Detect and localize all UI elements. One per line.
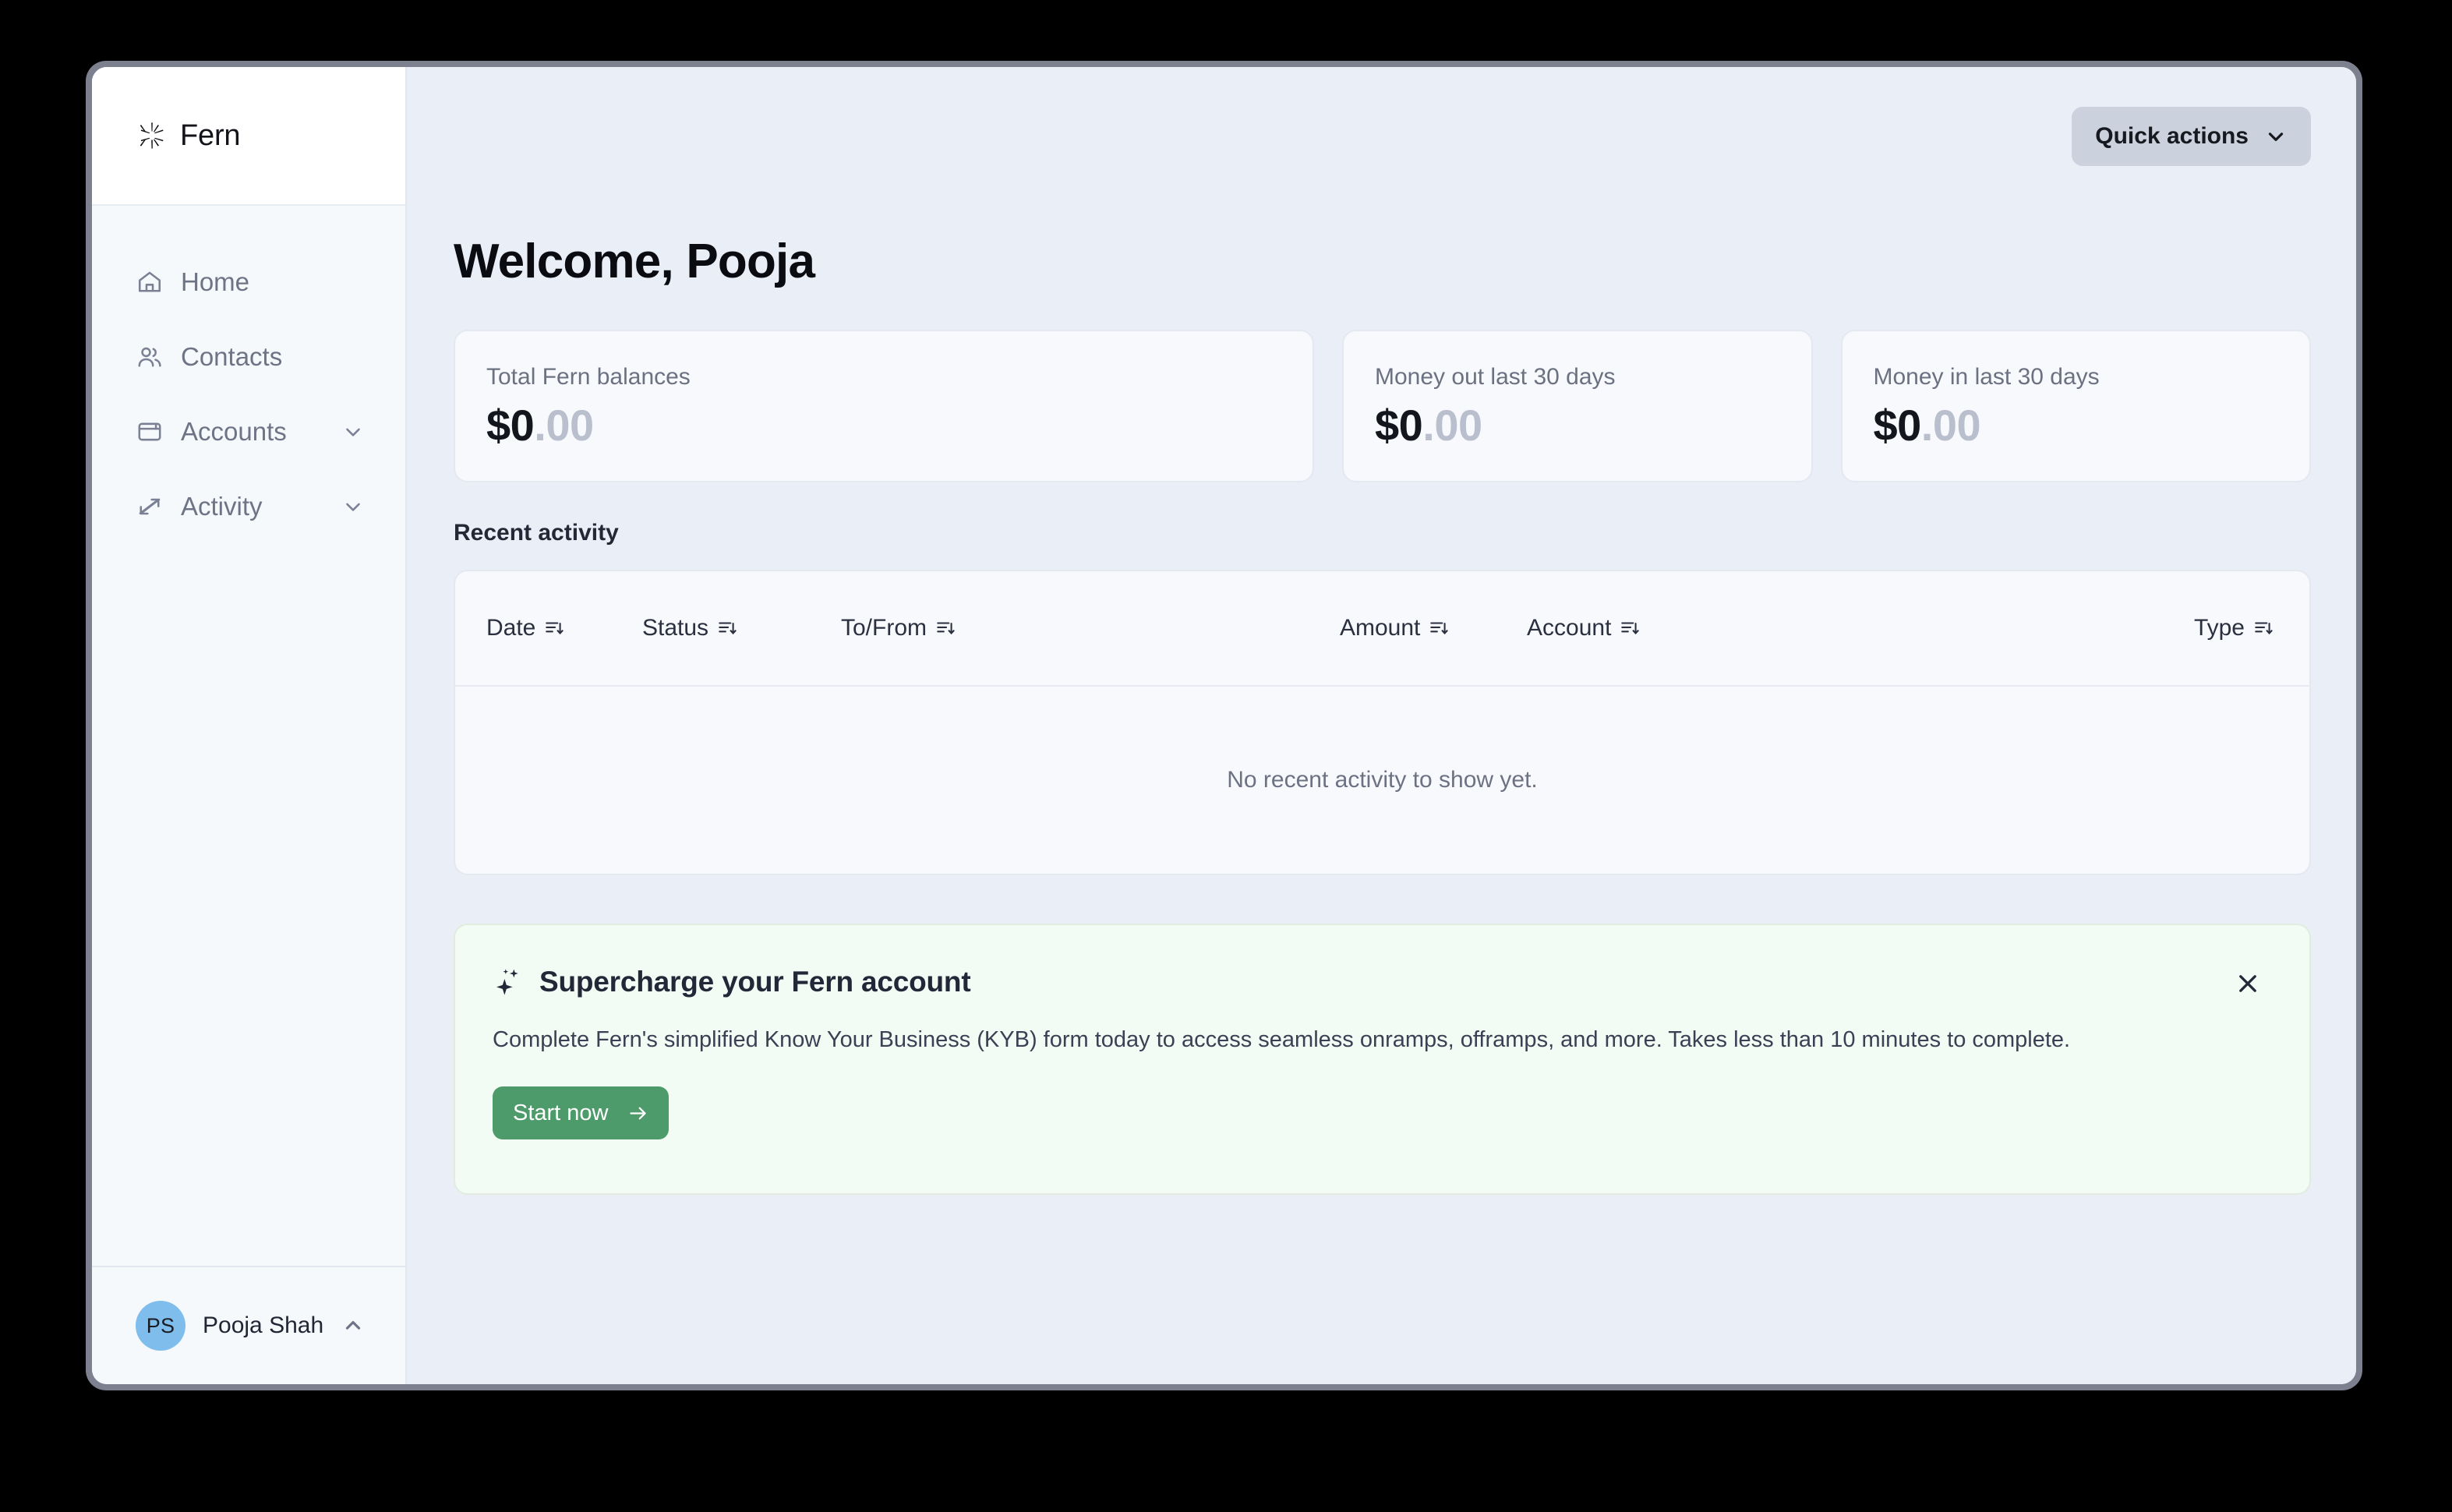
- column-header-label: To/From: [841, 615, 927, 641]
- transfer-arrows-icon: [139, 498, 161, 515]
- stat-card-amount-whole: $0: [1375, 401, 1423, 450]
- arrow-right-icon: [629, 1107, 646, 1120]
- avatar: PS: [136, 1301, 185, 1351]
- stat-card-label: Money out last 30 days: [1375, 364, 1616, 390]
- stat-cards: Total Fern balances $0.00 Money out last…: [454, 330, 2311, 482]
- sort-descending-icon: [546, 622, 564, 635]
- stat-card-amount-cents: .00: [1920, 401, 1981, 450]
- stat-card-money-in: Money in last 30 days $0.00: [1840, 330, 2311, 482]
- home-icon: [138, 271, 161, 292]
- column-header-to-from[interactable]: To/From: [841, 615, 1340, 641]
- column-header-label: Account: [1527, 615, 1612, 641]
- sidebar-nav: Home Contacts Accounts Activity: [92, 206, 405, 1266]
- start-now-button[interactable]: Start now: [493, 1086, 669, 1140]
- column-header-label: Amount: [1340, 615, 1421, 641]
- brand-logo[interactable]: Fern: [92, 67, 405, 206]
- sort-descending-icon: [1621, 622, 1640, 635]
- recent-activity-title: Recent activity: [454, 520, 619, 546]
- promo-title: Supercharge your Fern account: [539, 966, 971, 998]
- fern-starburst-logo-icon: [140, 122, 164, 149]
- browser-window: Fern Home Contacts Accounts Activity PS …: [86, 61, 2362, 1390]
- sidebar-item-activity[interactable]: Activity: [92, 469, 405, 544]
- user-name: Pooja Shah: [203, 1312, 324, 1338]
- sidebar-item-label-contacts: Contacts: [181, 342, 283, 371]
- sidebar-item-home[interactable]: Home: [92, 245, 405, 320]
- wallet-icon: [138, 422, 161, 441]
- column-header-amount[interactable]: Amount: [1340, 615, 1527, 641]
- sort-descending-icon: [1430, 622, 1449, 635]
- column-header-account[interactable]: Account: [1527, 615, 2194, 641]
- sidebar-item-accounts[interactable]: Accounts: [92, 394, 405, 469]
- sidebar-item-label-accounts: Accounts: [181, 417, 287, 446]
- topbar: Quick actions: [407, 67, 2356, 206]
- recent-activity-table: Date Status To/From Amount Account Type …: [454, 570, 2311, 875]
- sparkles-icon: [496, 969, 518, 995]
- stat-card-amount-cents: .00: [1422, 401, 1482, 450]
- promo-title-row: Supercharge your Fern account: [493, 966, 2266, 998]
- chevron-up-icon[interactable]: [341, 1314, 365, 1337]
- sidebar-item-label-activity: Activity: [181, 492, 263, 521]
- sort-descending-icon: [937, 622, 955, 635]
- start-now-label: Start now: [513, 1100, 609, 1125]
- stat-card-amount-whole: $0: [1873, 401, 1922, 450]
- quick-actions-button[interactable]: Quick actions: [2072, 107, 2311, 166]
- empty-state-message: No recent activity to show yet.: [1227, 767, 1538, 793]
- stat-card-value: $0.00: [486, 400, 1281, 450]
- app-root: Fern Home Contacts Accounts Activity PS …: [92, 67, 2356, 1384]
- sidebar-item-label-home: Home: [181, 267, 250, 296]
- column-header-label: Type: [2193, 615, 2245, 641]
- stat-card-total-balances: Total Fern balances $0.00: [454, 330, 1314, 482]
- sidebar: Fern Home Contacts Accounts Activity PS …: [92, 67, 407, 1384]
- column-header-label: Status: [642, 615, 709, 641]
- stat-card-value: $0.00: [1874, 400, 2279, 450]
- column-header-type[interactable]: Type: [2194, 615, 2274, 641]
- promo-banner: Supercharge your Fern account Complete F…: [454, 924, 2311, 1195]
- chevron-down-icon: [2268, 132, 2284, 141]
- stat-card-amount-cents: .00: [534, 401, 594, 450]
- sort-descending-icon: [719, 622, 737, 635]
- brand-name: Fern: [180, 118, 241, 152]
- sidebar-item-contacts[interactable]: Contacts: [92, 320, 405, 394]
- close-icon: [2239, 975, 2256, 992]
- stat-card-amount-whole: $0: [486, 401, 535, 450]
- stat-card-value: $0.00: [1375, 400, 1780, 450]
- promo-body-text: Complete Fern's simplified Know Your Bus…: [493, 1027, 2071, 1052]
- close-promo-button[interactable]: [2227, 963, 2269, 1005]
- column-header-status[interactable]: Status: [642, 615, 841, 641]
- quick-actions-label: Quick actions: [2095, 123, 2249, 149]
- column-header-label: Date: [486, 615, 536, 641]
- table-header-row: Date Status To/From Amount Account Type: [455, 571, 2309, 687]
- chevron-down-icon[interactable]: [341, 420, 365, 443]
- content-area: Welcome, Pooja Total Fern balances $0.00…: [407, 234, 2356, 1195]
- main-content: Quick actions Welcome, Pooja Total Fern …: [407, 67, 2356, 1384]
- stat-card-money-out: Money out last 30 days $0.00: [1342, 330, 1813, 482]
- page-title: Welcome, Pooja: [454, 235, 815, 288]
- user-profile-button[interactable]: PS Pooja Shah: [92, 1266, 405, 1384]
- sort-descending-icon: [2255, 622, 2273, 635]
- users-icon: [138, 347, 161, 367]
- column-header-date[interactable]: Date: [486, 615, 642, 641]
- stat-card-label: Total Fern balances: [486, 364, 691, 390]
- stat-card-label: Money in last 30 days: [1873, 364, 2100, 390]
- chevron-down-icon[interactable]: [341, 495, 365, 518]
